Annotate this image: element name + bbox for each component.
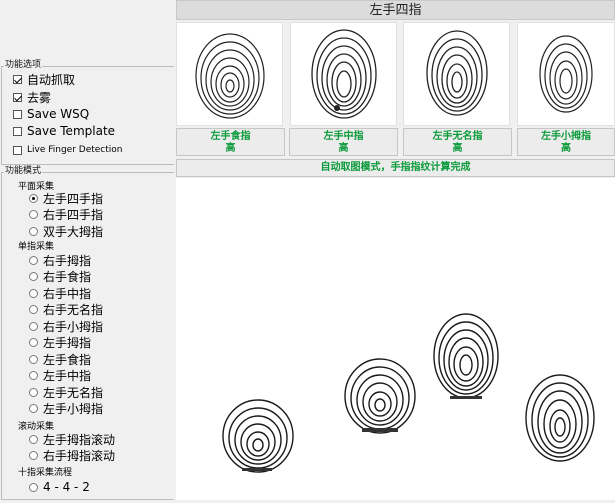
radio-roll-1[interactable]: 右手拇指滚动 [29, 447, 115, 463]
status-bar: 自动取图模式，手指指纹计算完成 [176, 159, 615, 177]
radio-label: 右手中指 [43, 286, 92, 301]
fingerprint-tile-index [176, 22, 283, 126]
scan-print-ring [433, 313, 499, 399]
auto-capture-checkbox[interactable]: 自动抓取 [13, 71, 75, 87]
radio-flat-2[interactable]: 双手大拇指 [29, 223, 103, 239]
options-group-label: 功能选项 [4, 60, 43, 71]
radio-icon[interactable] [29, 271, 38, 281]
radio-single-9[interactable]: 左手小拇指 [29, 400, 103, 416]
ten-section-label: 十指采集流程 [18, 468, 73, 478]
radio-single-5[interactable]: 左手拇指 [29, 334, 91, 350]
radio-single-1[interactable]: 右手食指 [29, 268, 91, 284]
fingerprint-tile-ring [403, 22, 510, 126]
capture-canvas [176, 178, 615, 500]
radio-icon[interactable] [29, 482, 38, 492]
scan-print-index [222, 399, 294, 473]
radio-flat-1[interactable]: 右手四手指 [29, 206, 103, 222]
caption-ring: 左手无名指 高 [403, 128, 512, 156]
fingerprint-icon [425, 30, 488, 116]
save-template-check-icon[interactable] [13, 126, 22, 136]
remove-fog-checkbox[interactable]: 去雾 [13, 89, 51, 105]
radio-label: 右手拇指 [43, 253, 92, 268]
radio-label: 右手食指 [43, 269, 92, 284]
radio-label: 左手拇指滚动 [43, 432, 116, 447]
fingerprint-tile-middle [290, 22, 397, 126]
radio-single-2[interactable]: 右手中指 [29, 285, 91, 301]
radio-icon[interactable] [29, 387, 38, 397]
radio-label: 左手无名指 [43, 385, 104, 400]
mode-group-label: 功能模式 [4, 166, 43, 177]
radio-label: 左手四手指 [43, 191, 104, 206]
radio-icon[interactable] [29, 226, 38, 236]
radio-label: 4 - 4 - 2 [43, 480, 90, 494]
live-finger-checkbox[interactable]: Live Finger Detection [13, 142, 123, 158]
live-finger-label: Live Finger Detection [27, 145, 123, 155]
remove-fog-check-icon[interactable] [13, 92, 22, 102]
radio-single-6[interactable]: 左手食指 [29, 351, 91, 367]
radio-label: 右手拇指滚动 [43, 448, 116, 463]
radio-icon[interactable] [29, 434, 38, 444]
scan-print-little [525, 374, 595, 462]
auto-capture-label: 自动抓取 [27, 72, 76, 87]
radio-label: 左手小拇指 [43, 401, 104, 416]
caption-little: 左手小拇指 高 [517, 128, 615, 156]
radio-icon[interactable] [29, 321, 38, 331]
fingerprint-icon [539, 35, 593, 113]
radio-icon[interactable] [29, 354, 38, 364]
radio-icon[interactable] [29, 370, 38, 380]
radio-label: 右手小拇指 [43, 319, 104, 334]
radio-single-3[interactable]: 右手无名指 [29, 301, 103, 317]
radio-single-8[interactable]: 左手无名指 [29, 384, 103, 400]
fingerprint-icon [194, 33, 265, 119]
save-template-checkbox[interactable]: Save Template [13, 123, 115, 139]
radio-icon[interactable] [29, 209, 38, 219]
radio-label: 左手拇指 [43, 335, 92, 350]
scan-print-middle [344, 358, 416, 434]
save-wsq-check-icon[interactable] [13, 109, 22, 119]
radio-icon[interactable] [29, 288, 38, 298]
caption-middle: 左手中指 高 [289, 128, 398, 156]
radio-single-4[interactable]: 右手小拇指 [29, 318, 103, 334]
radio-label: 左手中指 [43, 368, 92, 383]
radio-label: 右手四手指 [43, 207, 104, 222]
radio-single-7[interactable]: 左手中指 [29, 367, 91, 383]
radio-label: 左手食指 [43, 352, 92, 367]
fingerprint-tile-little [517, 22, 615, 126]
save-wsq-checkbox[interactable]: Save WSQ [13, 106, 89, 122]
fingerprint-scan-image [222, 313, 595, 473]
radio-roll-0[interactable]: 左手拇指滚动 [29, 431, 115, 447]
radio-label: 右手无名指 [43, 302, 104, 317]
auto-capture-check-icon[interactable] [13, 74, 22, 84]
radio-icon[interactable] [29, 193, 38, 203]
live-finger-check-icon[interactable] [13, 145, 22, 155]
radio-icon[interactable] [29, 255, 38, 265]
radio-flat-0[interactable]: 左手四手指 [29, 190, 103, 206]
fingerprint-icon [310, 29, 377, 119]
main-title: 左手四指 [176, 0, 615, 20]
radio-label: 双手大拇指 [43, 224, 104, 239]
save-wsq-label: Save WSQ [27, 107, 90, 121]
radio-icon[interactable] [29, 403, 38, 413]
radio-ten-0[interactable]: 4 - 4 - 2 [29, 479, 90, 495]
remove-fog-label: 去雾 [27, 90, 52, 105]
save-template-label: Save Template [27, 124, 116, 138]
radio-icon[interactable] [29, 450, 38, 460]
radio-icon[interactable] [29, 304, 38, 314]
single-section-label: 单指采集 [18, 242, 55, 252]
radio-icon[interactable] [29, 337, 38, 347]
caption-index: 左手食指 高 [176, 128, 285, 156]
radio-single-0[interactable]: 右手拇指 [29, 252, 91, 268]
